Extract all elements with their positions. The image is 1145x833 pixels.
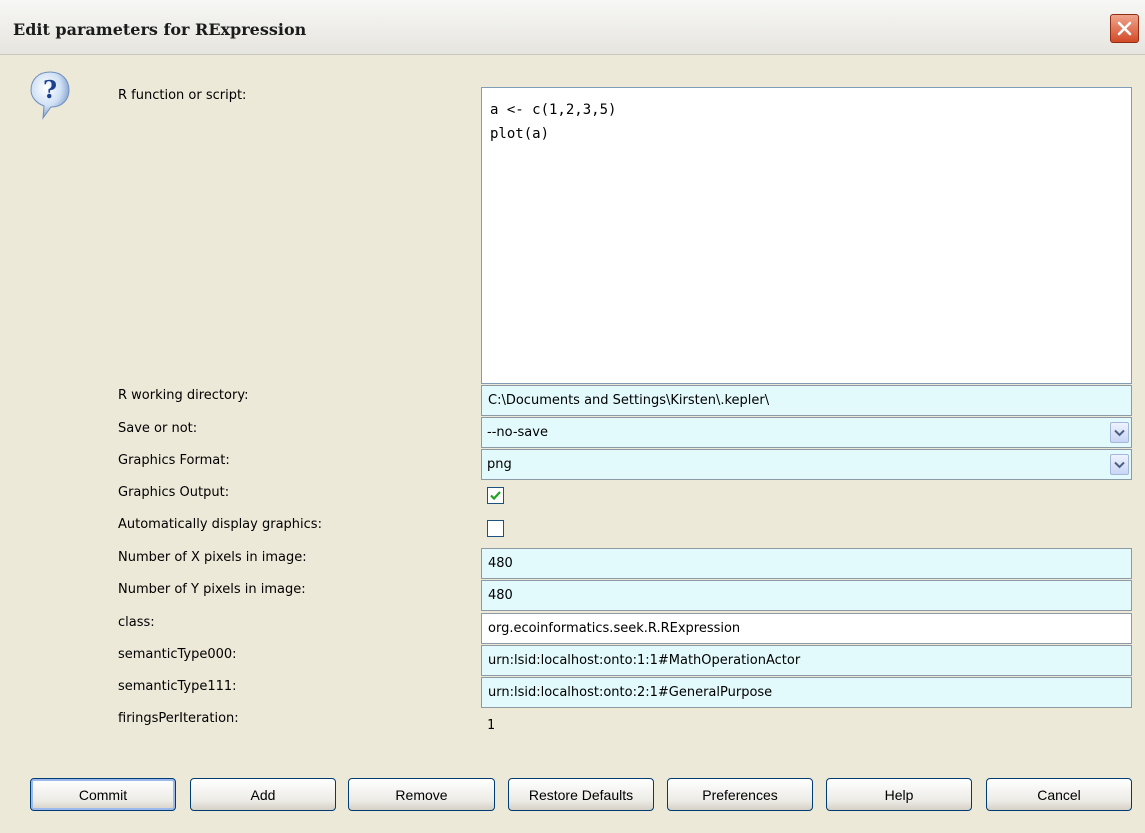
close-icon [1117, 21, 1132, 36]
save-dropdown-button[interactable] [1110, 422, 1129, 443]
cancel-button[interactable]: Cancel [986, 778, 1132, 811]
graphics-format-select[interactable]: png [481, 449, 1132, 480]
semantic-type-0-label: semanticType000: [118, 647, 237, 662]
auto-display-label: Automatically display graphics: [118, 517, 322, 532]
auto-display-checkbox[interactable] [487, 520, 504, 537]
commit-button[interactable]: Commit [30, 778, 176, 811]
firings-label: firingsPerIteration: [118, 711, 239, 726]
y-pixels-input[interactable]: 480 [481, 580, 1132, 611]
title-bar: Edit parameters for RExpression [0, 0, 1145, 55]
semantic-type-1-label: semanticType111: [118, 679, 237, 694]
save-select-value: --no-save [487, 425, 548, 440]
working-directory-label: R working directory: [118, 388, 249, 403]
semantic-type-0-input[interactable]: urn:lsid:localhost:onto:1:1#MathOperatio… [481, 645, 1132, 676]
close-button[interactable] [1110, 14, 1139, 43]
restore-defaults-button[interactable]: Restore Defaults [508, 778, 654, 811]
graphics-output-label: Graphics Output: [118, 485, 230, 500]
script-textarea[interactable]: a <- c(1,2,3,5) plot(a) [481, 87, 1132, 384]
semantic-type-1-input[interactable]: urn:lsid:localhost:onto:2:1#GeneralPurpo… [481, 677, 1132, 708]
dialog-title: Edit parameters for RExpression [13, 20, 307, 39]
x-pixels-label: Number of X pixels in image: [118, 550, 307, 565]
remove-button[interactable]: Remove [348, 778, 495, 811]
svg-text:?: ? [43, 75, 57, 104]
chevron-down-icon [1114, 429, 1125, 436]
graphics-format-value: png [487, 457, 512, 472]
script-label: R function or script: [118, 88, 247, 103]
save-select[interactable]: --no-save [481, 417, 1132, 448]
working-directory-input[interactable]: C:\Documents and Settings\Kirsten\.keple… [481, 385, 1132, 416]
graphics-format-dropdown-button[interactable] [1110, 454, 1129, 475]
question-icon: ? [30, 71, 70, 120]
check-icon [490, 491, 501, 501]
firings-value: 1 [487, 718, 495, 733]
class-input[interactable]: org.ecoinformatics.seek.R.RExpression [481, 613, 1132, 644]
x-pixels-input[interactable]: 480 [481, 548, 1132, 579]
y-pixels-label: Number of Y pixels in image: [118, 582, 306, 597]
save-label: Save or not: [118, 421, 198, 436]
class-label: class: [118, 615, 155, 630]
graphics-output-checkbox[interactable] [487, 487, 504, 504]
help-button[interactable]: Help [826, 778, 972, 811]
add-button[interactable]: Add [190, 778, 336, 811]
preferences-button[interactable]: Preferences [667, 778, 813, 811]
graphics-format-label: Graphics Format: [118, 453, 230, 468]
chevron-down-icon [1114, 461, 1125, 468]
